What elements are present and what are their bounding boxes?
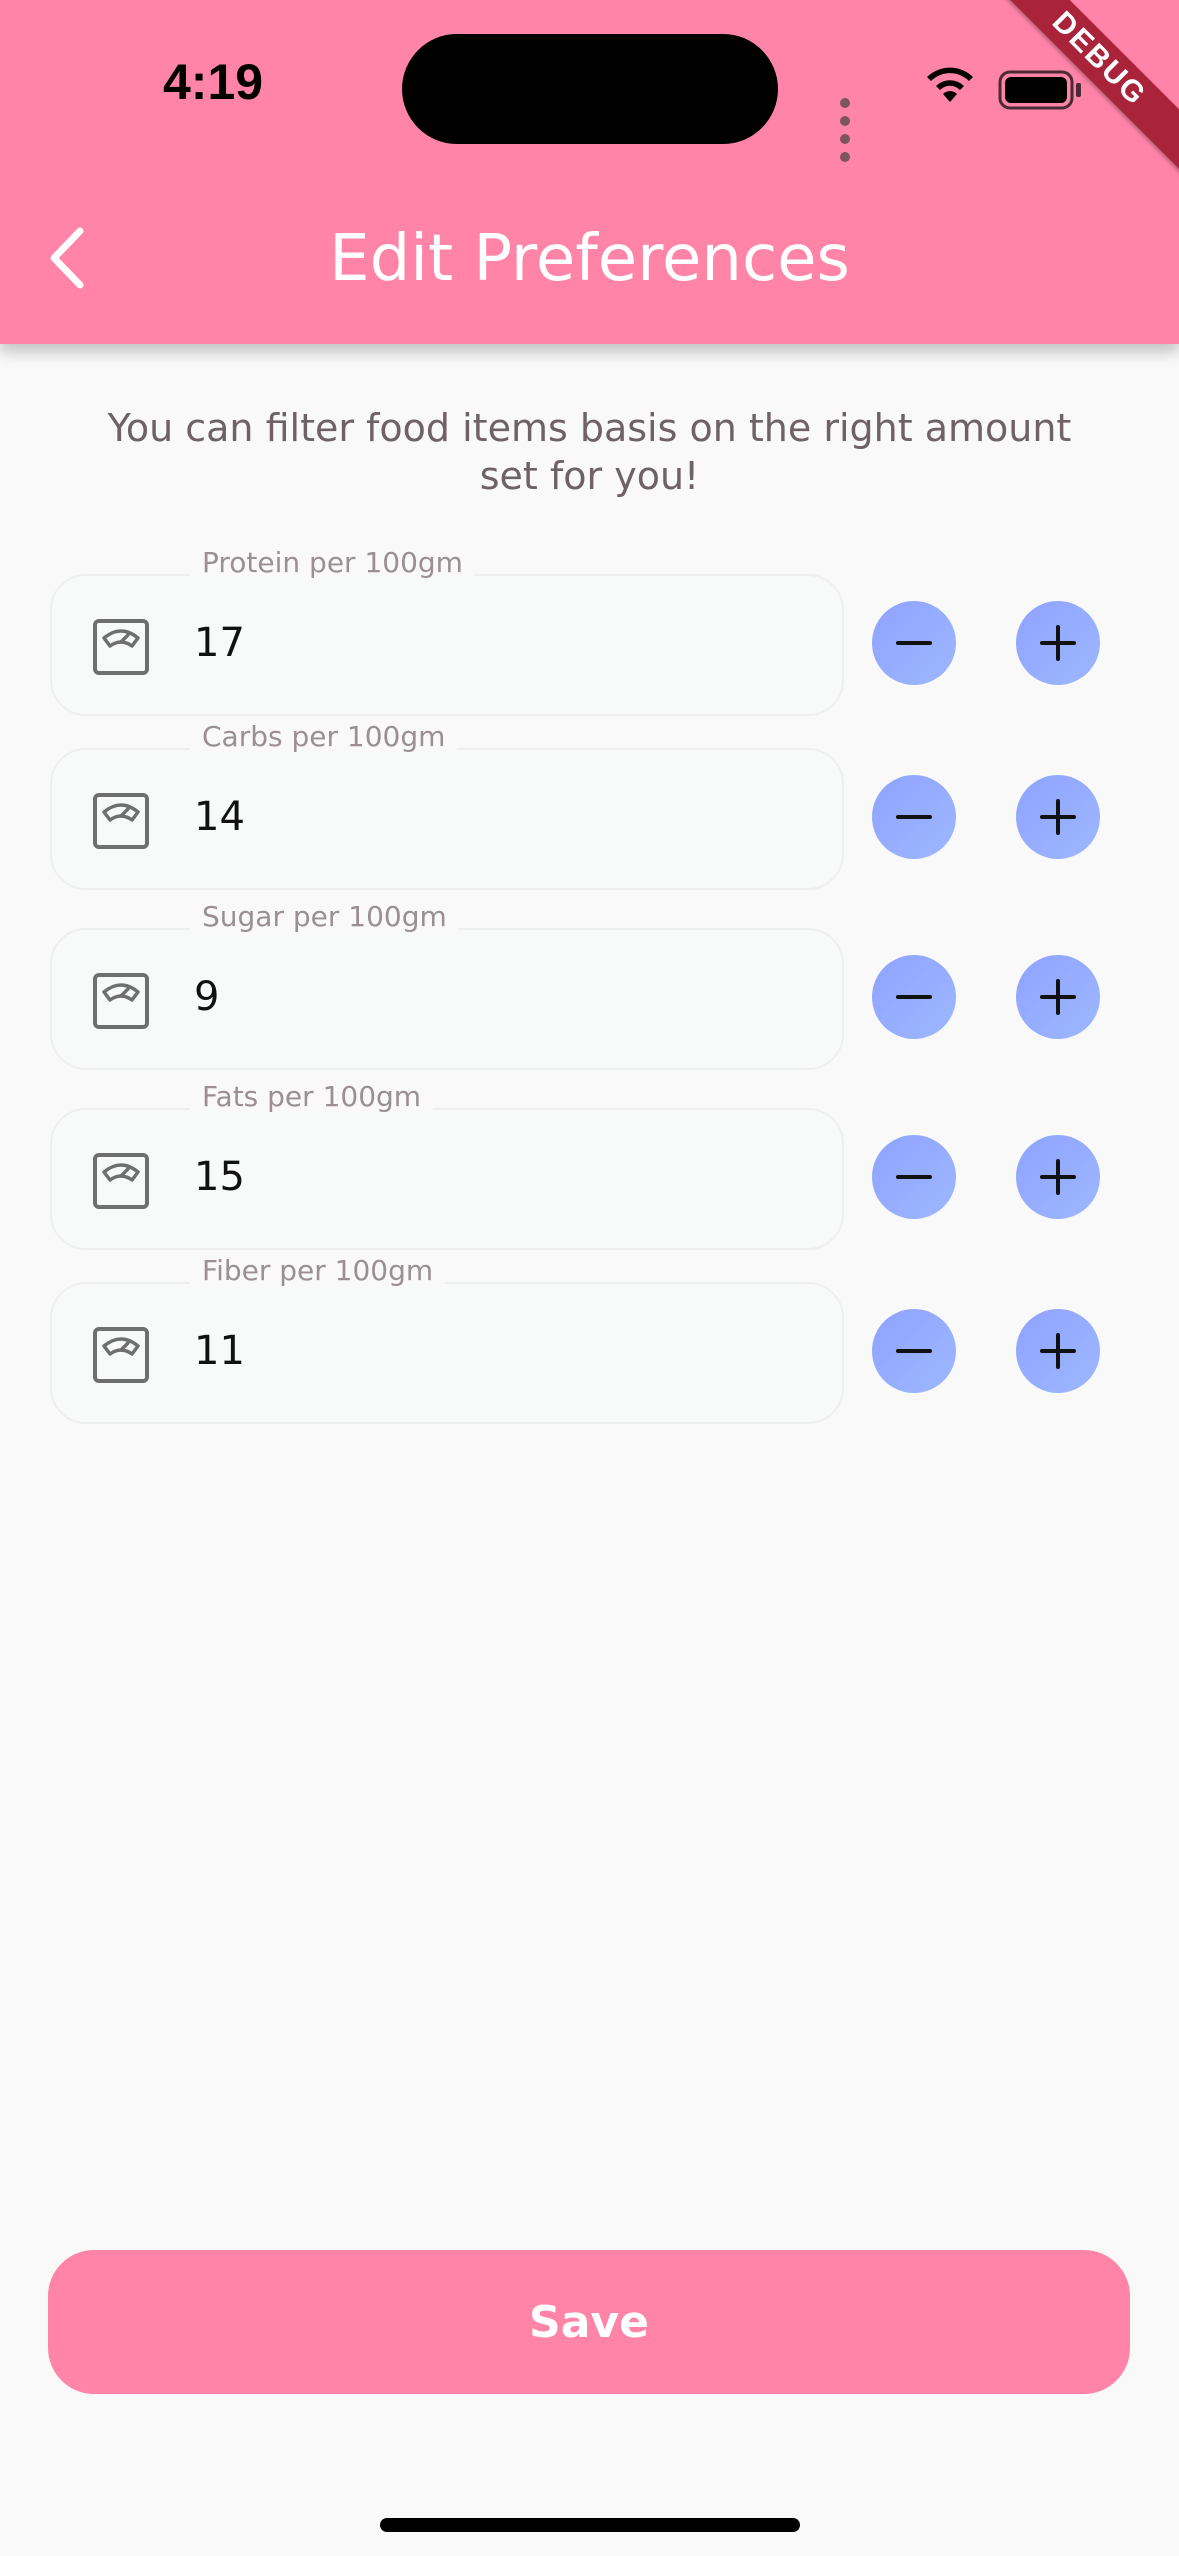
field-label: Carbs per 100gm	[190, 720, 458, 753]
increment-button[interactable]	[1016, 775, 1100, 859]
decrement-button[interactable]	[872, 601, 956, 685]
plus-icon	[1040, 979, 1076, 1015]
field-label: Fats per 100gm	[190, 1080, 434, 1113]
preference-field[interactable]: Fats per 100gm	[50, 1080, 844, 1250]
scale-icon	[93, 973, 149, 1029]
description-text: You can filter food items basis on the r…	[107, 406, 1072, 498]
field-label: Fiber per 100gm	[190, 1254, 446, 1287]
scale-icon	[93, 793, 149, 849]
preference-row-0: Protein per 100gm	[50, 546, 1130, 716]
scale-icon	[93, 1153, 149, 1209]
preference-field[interactable]: Carbs per 100gm	[50, 720, 844, 890]
minus-icon	[896, 641, 932, 645]
scale-icon	[93, 1327, 149, 1383]
field-value-input[interactable]	[194, 794, 794, 840]
preference-field[interactable]: Protein per 100gm	[50, 546, 844, 716]
field-value-input[interactable]	[194, 620, 794, 666]
increment-button[interactable]	[1016, 601, 1100, 685]
minus-icon	[896, 815, 932, 819]
plus-icon	[1040, 1333, 1076, 1369]
status-time: 4:19	[163, 54, 264, 110]
preference-row-2: Sugar per 100gm	[50, 900, 1130, 1070]
field-label: Sugar per 100gm	[190, 900, 459, 933]
decrement-button[interactable]	[872, 955, 956, 1039]
save-button[interactable]: Save	[48, 2250, 1130, 2394]
home-indicator[interactable]	[380, 2518, 800, 2532]
preference-row-3: Fats per 100gm	[50, 1080, 1130, 1250]
preference-row-4: Fiber per 100gm	[50, 1254, 1130, 1424]
field-value-input[interactable]	[194, 1328, 794, 1374]
plus-icon	[1040, 625, 1076, 661]
increment-button[interactable]	[1016, 1135, 1100, 1219]
minus-icon	[896, 995, 932, 999]
decrement-button[interactable]	[872, 1309, 956, 1393]
plus-icon	[1040, 1159, 1076, 1195]
increment-button[interactable]	[1016, 1309, 1100, 1393]
field-value-input[interactable]	[194, 974, 794, 1020]
field-value-input[interactable]	[194, 1154, 794, 1200]
field-label: Protein per 100gm	[190, 546, 475, 579]
minus-icon	[896, 1175, 932, 1179]
app-bar: 4:19 DEBUG Edit Preferences	[0, 0, 1179, 344]
preference-row-1: Carbs per 100gm	[50, 720, 1130, 890]
scale-icon	[93, 619, 149, 675]
wifi-icon	[927, 67, 973, 102]
preference-field[interactable]: Sugar per 100gm	[50, 900, 844, 1070]
plus-icon	[1040, 799, 1076, 835]
signal-dots-icon	[840, 95, 854, 167]
decrement-button[interactable]	[872, 1135, 956, 1219]
minus-icon	[896, 1349, 932, 1353]
page-title: Edit Preferences	[329, 222, 850, 296]
battery-icon	[998, 70, 1081, 110]
decrement-button[interactable]	[872, 775, 956, 859]
preference-field[interactable]: Fiber per 100gm	[50, 1254, 844, 1424]
increment-button[interactable]	[1016, 955, 1100, 1039]
dynamic-island	[402, 34, 778, 144]
